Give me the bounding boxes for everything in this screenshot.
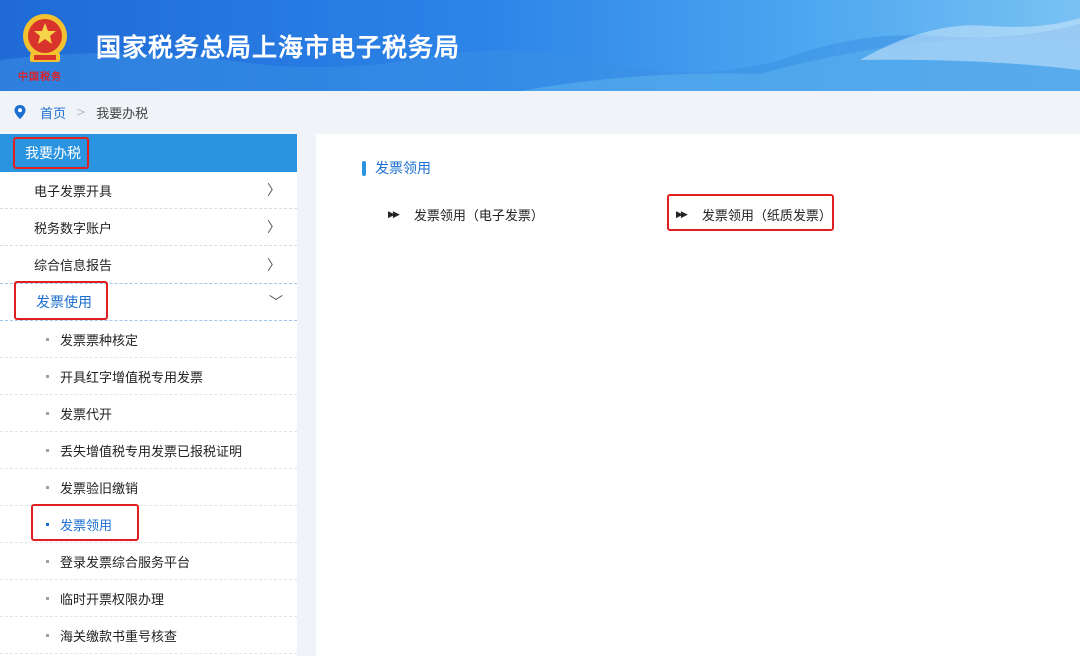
link-label: 发票领用（电子发票） [413, 209, 544, 224]
double-triangle-icon: ▶▶ [676, 209, 688, 220]
brand-script: 中国税务 [18, 72, 62, 82]
breadcrumb-home-link[interactable]: 首页 [40, 103, 66, 122]
sidebar-subitem[interactable]: 发票票种核定 [0, 321, 297, 358]
breadcrumb: 首页 > 我要办税 [0, 91, 1080, 133]
bullet-icon [46, 633, 49, 637]
breadcrumb-current: 我要办税 [96, 106, 149, 122]
location-pin-icon [14, 105, 26, 119]
sidebar-item-e-invoice-issue[interactable]: 电子发票开具 〉 [0, 172, 297, 209]
sidebar-item-digital-account[interactable]: 税务数字账户 〉 [0, 209, 297, 246]
sidebar-subitem-label: 海关缴款书重号核查 [60, 629, 178, 645]
main-panel: 发票领用 ▶▶ 发票领用（电子发票） ▶▶ 发票领用（纸质发票） [316, 134, 1080, 656]
bullet-icon [46, 337, 49, 341]
link-invoice-claim-electronic[interactable]: ▶▶ 发票领用（电子发票） [388, 205, 544, 224]
sidebar-subitem[interactable]: 丢失增值税专用发票已报税证明 [0, 432, 297, 469]
link-invoice-claim-paper[interactable]: ▶▶ 发票领用（纸质发票） [676, 205, 832, 224]
sidebar-subitem-label: 临时开票权限办理 [60, 592, 165, 608]
sidebar-subitem-active[interactable]: 发票领用 [0, 506, 297, 543]
chevron-right-icon: 〉 [267, 257, 281, 274]
link-label: 发票领用（纸质发票） [701, 209, 832, 224]
bullet-icon [46, 522, 49, 526]
bullet-icon [46, 374, 49, 378]
sidebar-subitem-label: 登录发票综合服务平台 [60, 555, 191, 571]
sidebar: 我要办税 电子发票开具 〉 税务数字账户 〉 综合信息报告 〉 发票使用 ﹀ 发… [0, 134, 297, 656]
site-title: 国家税务总局上海市电子税务局 [96, 33, 461, 62]
bullet-icon [46, 559, 49, 563]
bullet-icon [46, 411, 49, 415]
chevron-right-icon: 〉 [267, 183, 281, 199]
sidebar-group-invoice-use[interactable]: 发票使用 ﹀ [0, 283, 297, 321]
sidebar-subitem[interactable]: 发票验旧缴销 [0, 469, 297, 506]
sidebar-subitem-label: 发票代开 [60, 407, 113, 423]
sidebar-item-label: 电子发票开具 [34, 184, 113, 200]
sidebar-subitem[interactable]: 海关缴款书重号核查 [0, 617, 297, 654]
sidebar-subitem[interactable]: 临时开票权限办理 [0, 580, 297, 617]
bullet-icon [46, 596, 49, 600]
sidebar-subitem-label: 开具红字增值税专用发票 [60, 370, 204, 386]
sidebar-header[interactable]: 我要办税 [0, 134, 297, 172]
sidebar-group-label: 发票使用 [36, 295, 92, 311]
sidebar-subitem-label: 发票票种核定 [60, 333, 139, 349]
sidebar-subitem-label: 发票领用 [60, 518, 113, 534]
bullet-icon [46, 485, 49, 489]
breadcrumb-separator: > [76, 105, 87, 119]
bullet-icon [46, 448, 49, 452]
chevron-right-icon: 〉 [267, 220, 281, 236]
double-triangle-icon: ▶▶ [388, 209, 400, 220]
sidebar-item-info-report[interactable]: 综合信息报告 〉 [0, 246, 297, 283]
chevron-down-icon: ﹀ [269, 295, 283, 311]
sidebar-item-label: 税务数字账户 [34, 221, 113, 237]
sidebar-subitem[interactable]: 开具红字增值税专用发票 [0, 358, 297, 395]
section-title: 发票领用 [362, 158, 431, 178]
sidebar-subitem-label: 丢失增值税专用发票已报税证明 [60, 444, 243, 460]
tax-emblem-icon [23, 14, 67, 62]
site-header: 中国税务 国家税务总局上海市电子税务局 [0, 0, 1080, 91]
sidebar-subitem[interactable]: 发票代开 [0, 395, 297, 432]
section-title-label: 发票领用 [375, 161, 431, 177]
sidebar-item-label: 综合信息报告 [34, 259, 113, 274]
sidebar-subitem[interactable]: 登录发票综合服务平台 [0, 543, 297, 580]
sidebar-header-label: 我要办税 [25, 146, 81, 162]
sidebar-subitem-label: 发票验旧缴销 [60, 481, 139, 497]
section-marker [362, 160, 366, 176]
